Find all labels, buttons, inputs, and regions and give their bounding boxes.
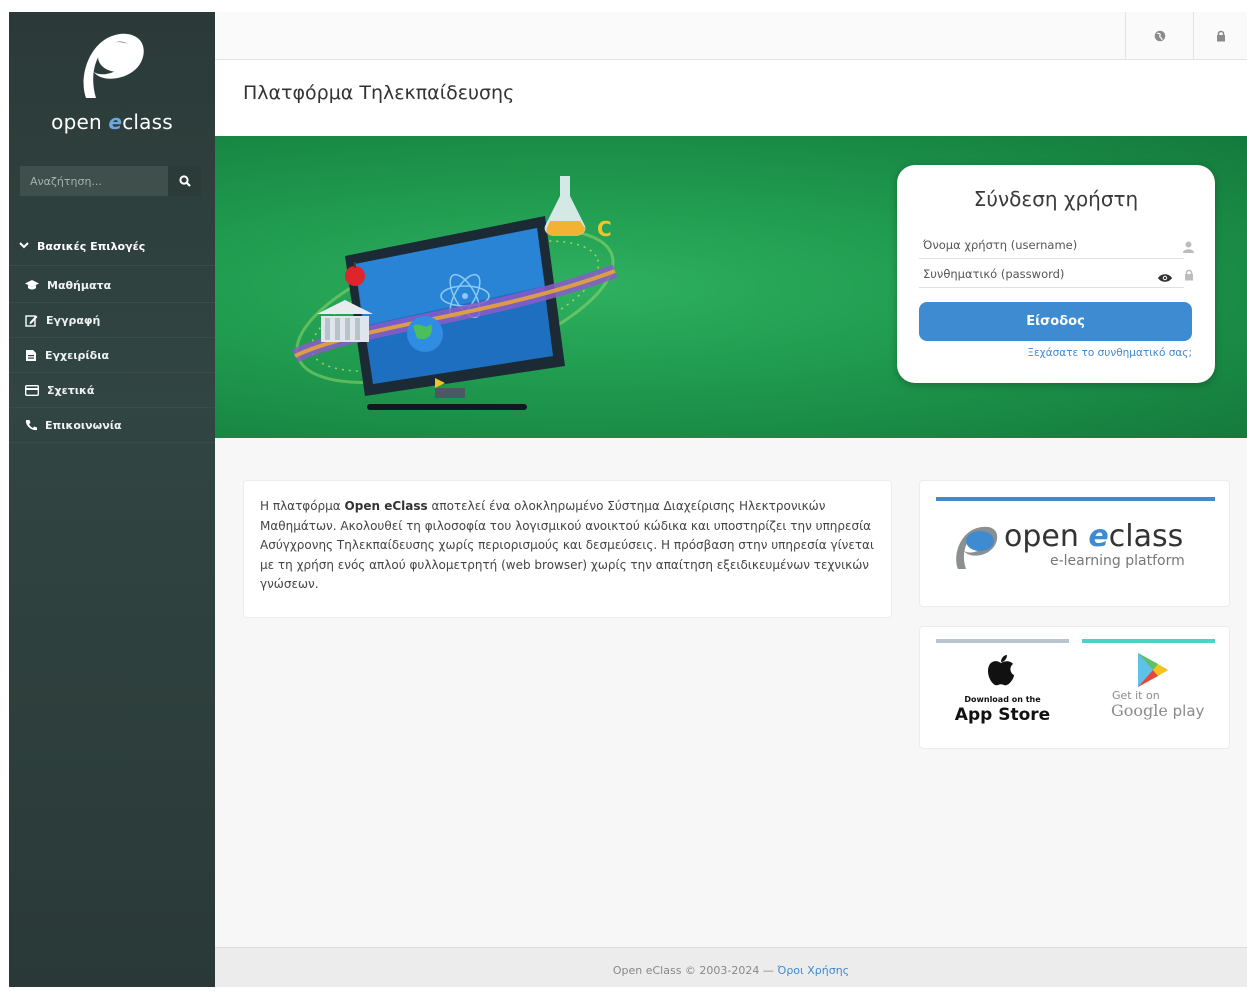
top-bar	[215, 12, 1247, 60]
login-button[interactable]	[1193, 12, 1247, 60]
nav-item-contact[interactable]: Επικοινωνία	[9, 408, 215, 443]
login-form: Σύνδεση χρήστη Είσοδος Ξεχάσατε το συνθη…	[897, 165, 1215, 383]
intro-brand: Open eClass	[344, 499, 428, 513]
chevron-down-icon	[19, 241, 29, 252]
nav-item-label: Επικοινωνία	[45, 418, 122, 432]
terms-link[interactable]: Όροι Χρήσης	[777, 964, 849, 977]
app-store-badge[interactable]: Download on the App Store	[936, 639, 1069, 739]
search-box	[20, 166, 201, 196]
eye-icon[interactable]	[1158, 268, 1172, 287]
store-accent-bar	[936, 639, 1069, 643]
google-play-big: Google play	[1111, 701, 1205, 720]
svg-text:C: C	[597, 217, 612, 241]
page-title: Πλατφόρμα Τηλεκπαίδευσης	[243, 82, 515, 104]
nav-item-register[interactable]: Εγγραφή	[9, 303, 215, 338]
eclass-logo-icon	[83, 33, 144, 98]
logo-text: open eclass	[51, 110, 173, 134]
app-store-small: Download on the	[964, 695, 1041, 704]
nav-item-label: Εγχειρίδια	[45, 348, 110, 362]
search-icon	[178, 175, 191, 187]
nav-item-label: Σχετικά	[47, 383, 95, 397]
phone-icon	[25, 420, 37, 431]
footer-copyright: Open eClass © 2003-2024 —	[612, 964, 778, 977]
forgot-password-link[interactable]: Ξεχάσατε το συνθηματικό σας;	[919, 347, 1192, 359]
nav-item-label: Μαθήματα	[47, 278, 112, 292]
intro-text: Η πλατφόρμα Open eClass αποτελεί ένα ολο…	[260, 499, 875, 591]
edit-icon	[25, 314, 38, 327]
password-field-wrap	[919, 260, 1193, 288]
nav-item-manuals[interactable]: Εγχειρίδια	[9, 338, 215, 373]
credit-card-icon	[25, 384, 39, 396]
nav-list: Μαθήματα Εγγραφή Εγχειρίδια Σχετικά Επικ…	[9, 268, 215, 443]
login-title: Σύνδεση χρήστη	[973, 187, 1139, 211]
footer: Open eClass © 2003-2024 — Όροι Χρήσης	[215, 947, 1247, 987]
nav-item-label: Εγγραφή	[46, 313, 101, 327]
search-input[interactable]	[20, 166, 168, 196]
password-field[interactable]	[919, 266, 1124, 281]
document-icon	[26, 349, 36, 361]
logo[interactable]: open eclass	[9, 12, 215, 152]
nav-item-courses[interactable]: Μαθήματα	[9, 268, 215, 303]
brand-tagline: e-learning platform	[1050, 553, 1185, 569]
search-button[interactable]	[168, 166, 201, 196]
app-stores-panel: Download on the App Store Get it on Goog…	[919, 626, 1230, 749]
sidebar: open eclass Βασικές Επιλογές Μαθήματα Εγ…	[9, 12, 215, 987]
app-store-big: App Store	[954, 705, 1051, 725]
store-accent-bar	[1082, 639, 1215, 643]
username-field-wrap	[919, 231, 1194, 259]
brand-name: open eclass	[1004, 519, 1184, 554]
nav-section-title: Βασικές Επιλογές	[37, 240, 146, 253]
brand-panel: open eclass e-learning platform	[919, 480, 1230, 607]
hero-banner: C Σύνδεση χρήστη Είσοδος	[215, 136, 1247, 438]
login-submit-button[interactable]: Είσοδος	[919, 302, 1192, 341]
google-play-icon	[1138, 653, 1168, 687]
graduation-cap-icon	[25, 280, 39, 290]
language-button[interactable]	[1125, 12, 1193, 60]
eclass-logo-icon	[956, 526, 998, 569]
app-window: open eclass Βασικές Επιλογές Μαθήματα Εγ…	[9, 12, 1247, 987]
lock-icon	[1184, 266, 1194, 285]
elearning-illustration: C	[291, 176, 618, 410]
username-field[interactable]	[919, 237, 1124, 252]
brand-accent-bar	[936, 497, 1215, 501]
user-icon	[1183, 238, 1194, 257]
google-play-badge[interactable]: Get it on Google play	[1082, 639, 1215, 739]
globe-icon	[1154, 30, 1165, 42]
apple-icon	[988, 655, 1014, 686]
nav-item-about[interactable]: Σχετικά	[9, 373, 215, 408]
page-header: Πλατφόρμα Τηλεκπαίδευσης	[215, 60, 1247, 136]
lock-icon	[1216, 30, 1225, 42]
intro-panel: Η πλατφόρμα Open eClass αποτελεί ένα ολο…	[243, 480, 892, 618]
nav-section-header[interactable]: Βασικές Επιλογές	[9, 228, 215, 266]
